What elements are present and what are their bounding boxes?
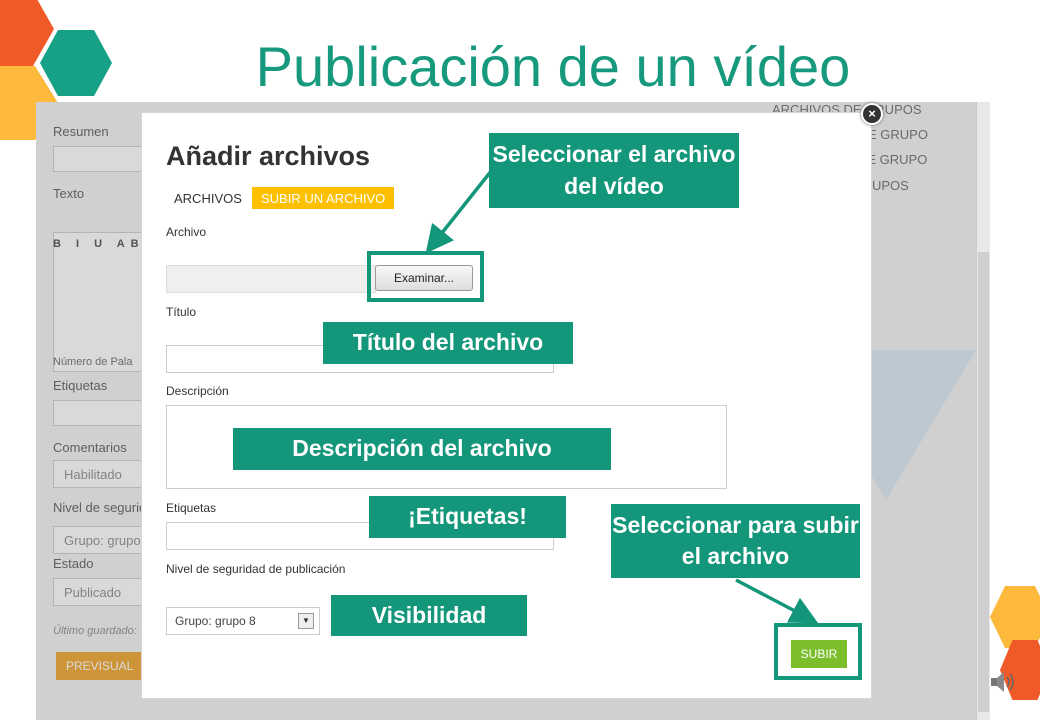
archivo-label: Archivo	[166, 225, 207, 239]
callout-upload: Seleccionar para subir el archivo	[611, 504, 860, 578]
callout-tags: ¡Etiquetas!	[369, 496, 566, 538]
close-icon[interactable]: ×	[861, 103, 883, 125]
scrollbar-thumb[interactable]	[978, 252, 989, 712]
descripcion-label: Descripción	[166, 384, 229, 398]
file-path-input[interactable]	[166, 265, 376, 293]
tab-archivos[interactable]: ARCHIVOS	[165, 187, 251, 209]
browse-highlight	[367, 251, 484, 302]
decor-hexagon-yellow-right	[990, 586, 1040, 648]
seguridad-value: Grupo: grupo 8	[175, 614, 256, 628]
seguridad-label: Nivel de seguridad de publicación	[166, 562, 346, 576]
callout-visibility: Visibilidad	[331, 595, 527, 636]
slide-title: Publicación de un vídeo	[255, 35, 851, 98]
callout-file-title: Título del archivo	[323, 322, 573, 364]
chevron-down-icon[interactable]: ▼	[298, 613, 314, 629]
callout-select-file: Seleccionar el archivo del vídeo	[489, 133, 739, 208]
callout-file-description: Descripción del archivo	[233, 428, 611, 470]
page-scrollbar[interactable]	[976, 102, 990, 720]
seguridad-select[interactable]: Grupo: grupo 8 ▼	[166, 607, 320, 635]
dialog-title: Añadir archivos	[166, 141, 371, 171]
tab-subir-archivo[interactable]: SUBIR UN ARCHIVO	[252, 187, 395, 209]
upload-highlight	[774, 623, 862, 680]
etiquetas-label: Etiquetas	[166, 501, 217, 515]
slide: Publicación de un vídeo Resumen Texto B …	[0, 0, 1040, 720]
speaker-icon[interactable]	[989, 668, 1017, 696]
titulo-label: Título	[166, 305, 197, 319]
